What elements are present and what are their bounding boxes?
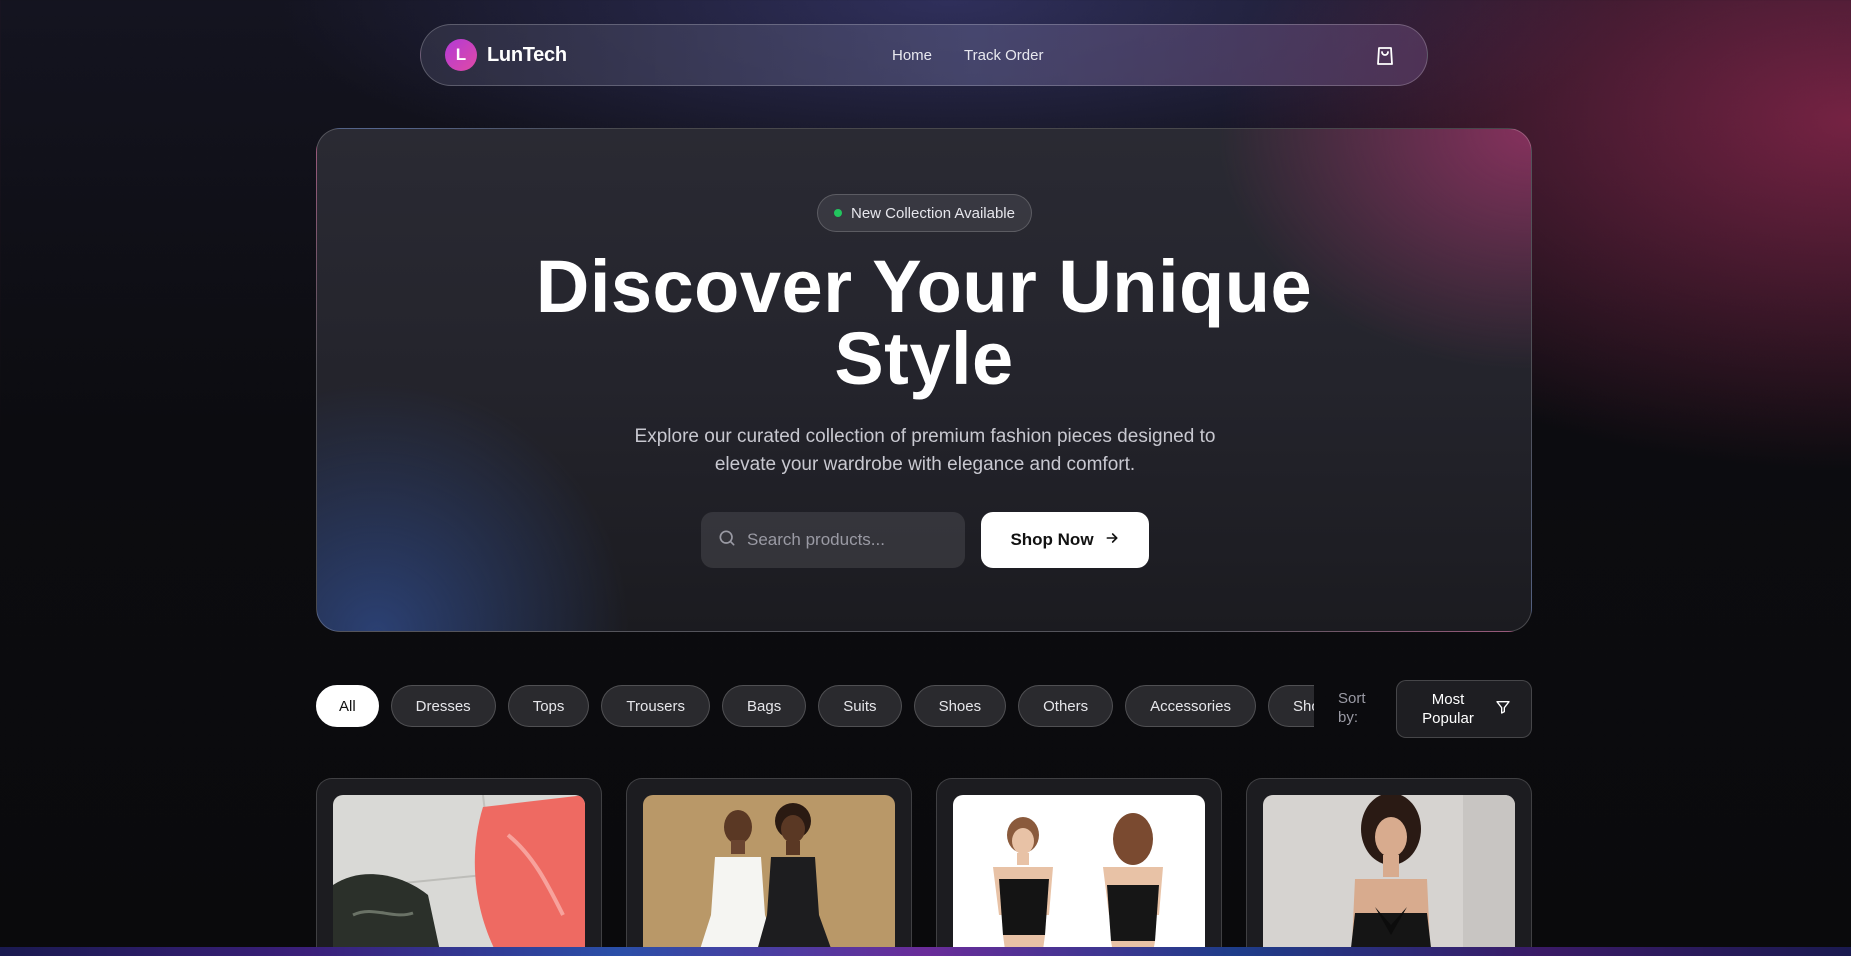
hero-headline: Discover Your Unique Style <box>317 250 1531 400</box>
chip-tops[interactable]: Tops <box>507 685 590 727</box>
hero-section: New Collection Available Discover Your U… <box>316 128 1532 632</box>
product-card[interactable] <box>316 778 602 956</box>
chip-shorts[interactable]: Shorts <box>1267 685 1314 727</box>
filter-icon <box>1495 699 1511 720</box>
category-filter-bar: All Dresses Tops Trousers Bags Suits Sho… <box>316 685 1314 727</box>
sort-label: Sort by: <box>1338 690 1366 726</box>
arrow-right-icon <box>1104 530 1120 551</box>
product-image[interactable] <box>643 795 895 956</box>
product-card[interactable] <box>626 778 912 956</box>
search-input[interactable] <box>747 530 947 550</box>
hero-subtext: Explore our curated collection of premiu… <box>634 426 1216 475</box>
logo-badge[interactable]: L <box>445 39 477 71</box>
chip-bags[interactable]: Bags <box>722 685 807 727</box>
search-box[interactable] <box>701 512 965 568</box>
new-collection-badge: New Collection Available <box>817 194 1032 232</box>
chip-trousers[interactable]: Trousers <box>601 685 710 727</box>
shop-now-button[interactable]: Shop Now <box>981 512 1149 568</box>
nav-link-track-order[interactable]: Track Order <box>964 47 1043 64</box>
product-image[interactable] <box>1263 795 1515 956</box>
shop-now-label: Shop Now <box>1010 530 1094 549</box>
chip-shoes[interactable]: Shoes <box>913 685 1007 727</box>
taskbar-strip <box>0 947 1851 956</box>
sort-value: Most Popular <box>1422 691 1474 727</box>
chip-all[interactable]: All <box>316 685 379 727</box>
search-icon <box>717 528 737 553</box>
badge-label: New Collection Available <box>851 204 1015 222</box>
chip-dresses[interactable]: Dresses <box>390 685 496 727</box>
chip-others[interactable]: Others <box>1018 685 1114 727</box>
nav-link-home[interactable]: Home <box>892 47 932 64</box>
headline-line-2: Style <box>834 317 1014 400</box>
chip-suits[interactable]: Suits <box>818 685 902 727</box>
product-card[interactable] <box>1246 778 1532 956</box>
product-image[interactable] <box>953 795 1205 956</box>
sort-dropdown[interactable]: Most Popular <box>1396 680 1532 738</box>
product-card[interactable] <box>936 778 1222 956</box>
nav-links: Home Track Order <box>892 25 1043 85</box>
brand-name[interactable]: LunTech <box>487 44 567 67</box>
top-navbar: L LunTech Home Track Order <box>420 24 1428 86</box>
headline-line-1: Discover Your Unique <box>535 245 1313 328</box>
status-dot-icon <box>834 209 842 217</box>
chip-accessories[interactable]: Accessories <box>1125 685 1256 727</box>
product-image[interactable] <box>333 795 585 956</box>
shopping-bag-icon[interactable] <box>1373 44 1397 68</box>
